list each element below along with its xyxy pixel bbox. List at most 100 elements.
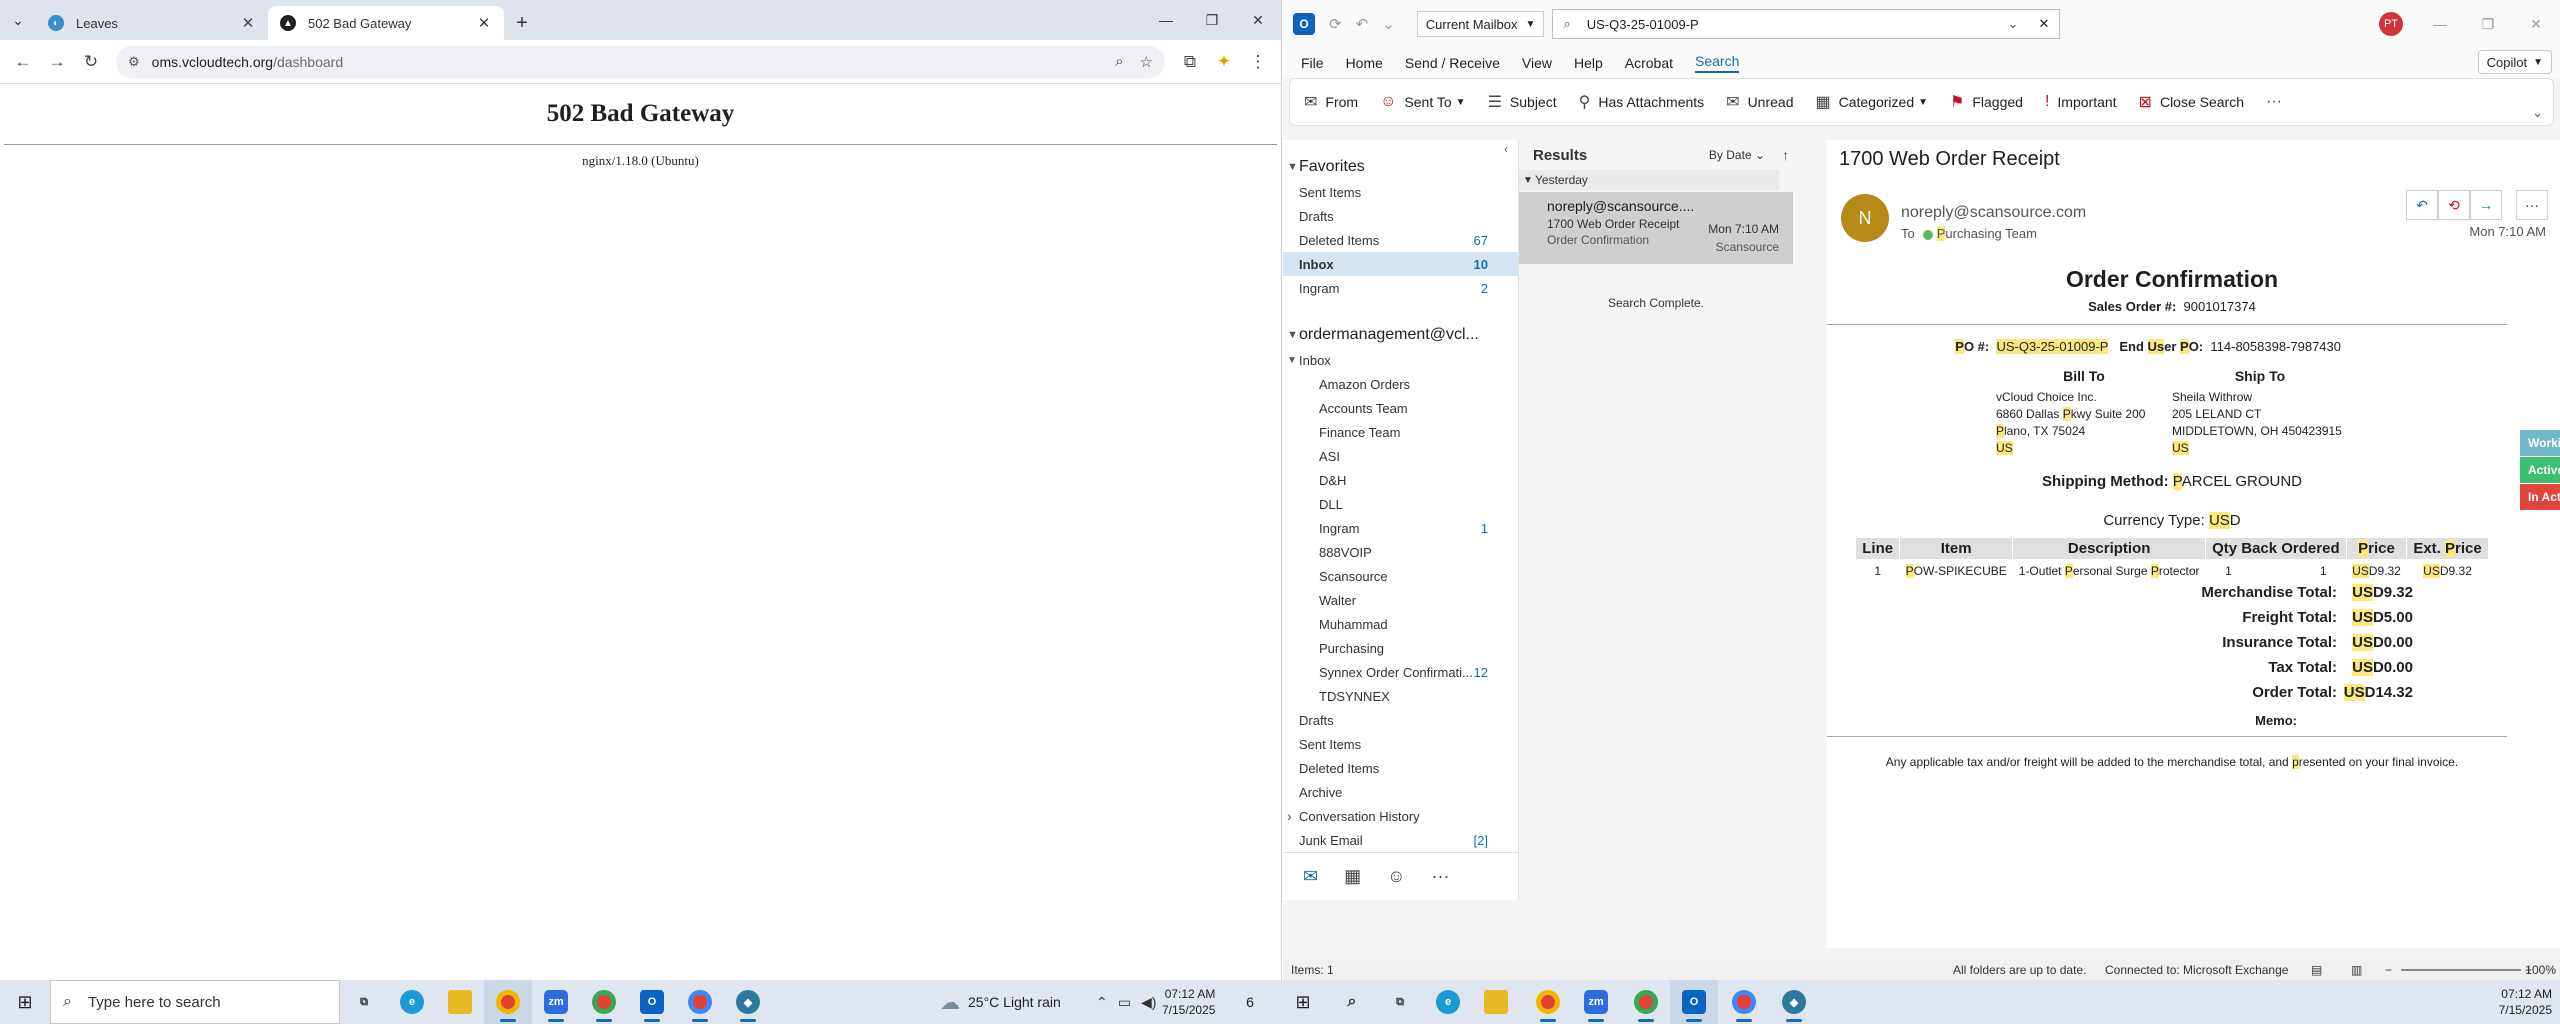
collapse-ribbon-icon[interactable]: ⌄ (2532, 105, 2543, 121)
extensions-icon[interactable]: ⧉ (1173, 45, 1207, 79)
sidebar-item-purchasing[interactable]: Purchasing (1283, 636, 1518, 660)
sidebar-item-dll[interactable]: DLL (1283, 492, 1518, 516)
outlook-button-2[interactable]: O (1670, 980, 1718, 1024)
address-bar[interactable]: ⚙ oms.vcloudtech.org/dashboard ⌕ ☆ (116, 45, 1165, 78)
close-tab-icon[interactable]: ✕ (240, 14, 256, 32)
sidebar-item-d-h[interactable]: D&H (1283, 468, 1518, 492)
sent-to-button[interactable]: ☺ Sent To ▼ (1380, 93, 1465, 111)
new-tab-button[interactable]: + (504, 6, 540, 40)
mail-icon[interactable]: ✉ (1303, 866, 1318, 887)
task-view-button[interactable]: ⧉ (340, 980, 388, 1024)
favorite-ingram[interactable]: Ingram 2 (1283, 276, 1518, 300)
minimize-icon[interactable]: — (1143, 0, 1189, 40)
sidebar-item-walter[interactable]: Walter (1283, 588, 1518, 612)
sort-direction-icon[interactable]: ↑ (1782, 147, 1789, 163)
vpn-app-button-2[interactable]: ◆ (1770, 980, 1818, 1024)
file-explorer-button-2[interactable] (1472, 980, 1520, 1024)
tab-bad-gateway[interactable]: ▲ 502 Bad Gateway ✕ (268, 6, 504, 40)
sidebar-item-tdsynnex[interactable]: TDSYNNEX (1283, 684, 1518, 708)
sort-dropdown[interactable]: By Date ⌄ (1709, 148, 1765, 162)
sidebar-item-conversation-history[interactable]: › Conversation History (1283, 804, 1518, 828)
outlook-button[interactable]: O (628, 980, 676, 1024)
sidebar-item-deleted-items[interactable]: Deleted Items (1283, 756, 1518, 780)
sidebar-item-drafts[interactable]: Drafts (1283, 708, 1518, 732)
edge-button[interactable]: e (388, 980, 436, 1024)
menu-file[interactable]: File (1301, 55, 1324, 71)
menu-view[interactable]: View (1522, 55, 1552, 71)
site-info-icon[interactable]: ⚙ (128, 54, 140, 70)
sidebar-item-accounts-team[interactable]: Accounts Team (1283, 396, 1518, 420)
more-options-button[interactable]: ··· (2266, 93, 2290, 111)
sidebar-item-amazon-orders[interactable]: Amazon Orders (1283, 372, 1518, 396)
bookmark-star-icon[interactable]: ☆ (1140, 53, 1153, 71)
menu-acrobat[interactable]: Acrobat (1625, 55, 1673, 71)
restore-icon[interactable]: ❐ (2464, 0, 2512, 48)
zoom-slider[interactable] (2401, 969, 2521, 971)
chrome-profile2-button[interactable] (580, 980, 628, 1024)
reply-all-icon[interactable]: ⟲ (2438, 190, 2470, 220)
forward-icon[interactable]: → (2470, 190, 2502, 220)
account-avatar[interactable]: PT (2379, 12, 2403, 36)
network-icon[interactable]: ▭ (1118, 994, 1131, 1011)
sidebar-item-junk-email[interactable]: Junk Email [2] (1283, 828, 1518, 852)
list-item[interactable]: noreply@scansource.... 1700 Web Order Re… (1519, 192, 1793, 264)
folder-inbox[interactable]: ▼ Inbox (1283, 348, 1518, 372)
side-status-widget[interactable]: Working StActive: 03:5In Active: 0 (2520, 430, 2560, 511)
reading-view-icon[interactable]: ▥ (2351, 963, 2362, 977)
taskbar-search[interactable]: ⌕ Type here to search (50, 980, 340, 1024)
clock-2[interactable]: 07:12 AM 7/15/2025 (2499, 980, 2552, 1024)
chrome-profile3-button-2[interactable] (1720, 980, 1768, 1024)
close-search-button[interactable]: ⊠ Close Search (2139, 92, 2244, 112)
sidebar-item-finance-team[interactable]: Finance Team (1283, 420, 1518, 444)
from-button[interactable]: ✉ From (1304, 92, 1358, 112)
close-icon[interactable]: ✕ (1235, 0, 1281, 40)
search-box[interactable]: ⌕ US-Q3-25-01009-P ⌄ ✕ (1552, 9, 2061, 39)
sidebar-item-ingram[interactable]: Ingram 1 (1283, 516, 1518, 540)
sidebar-item-scansource[interactable]: Scansource (1283, 564, 1518, 588)
sidebar-item-888voip[interactable]: 888VOIP (1283, 540, 1518, 564)
chrome-button[interactable] (484, 980, 532, 1024)
copilot-button[interactable]: Copilot ▼ (2477, 50, 2552, 74)
weather-widget[interactable]: ☁ 25°C Light rain (940, 980, 1061, 1024)
people-icon[interactable]: ☺ (1387, 866, 1405, 887)
zoom-button-2[interactable]: zm (1572, 980, 1620, 1024)
task-view-button-2[interactable]: ⧉ (1376, 980, 1424, 1024)
close-icon[interactable]: ✕ (2512, 0, 2560, 48)
more-actions-icon[interactable]: ··· (2516, 190, 2548, 220)
favorite-deleted-items[interactable]: Deleted Items 67 (1283, 228, 1518, 252)
account-header[interactable]: ▼ ordermanagement@vcl... (1283, 300, 1518, 348)
back-icon[interactable]: ← (6, 45, 40, 79)
notification-button[interactable]: 6 (1236, 980, 1264, 1024)
has-attachments-button[interactable]: ⚲ Has Attachments (1579, 92, 1705, 112)
vpn-app-button[interactable]: ◆ (724, 980, 772, 1024)
search-input[interactable]: US-Q3-25-01009-P (1587, 17, 2008, 32)
favorites-header[interactable]: ▼ Favorites (1283, 140, 1518, 180)
menu-home[interactable]: Home (1346, 55, 1383, 71)
sync-icon[interactable]: ⟳ (1329, 15, 1342, 33)
menu-send-receive[interactable]: Send / Receive (1405, 55, 1500, 71)
chrome-profile3-button[interactable] (676, 980, 724, 1024)
tab-leaves[interactable]: ◐ Leaves ✕ (36, 6, 268, 40)
zoom-out-icon[interactable]: − (2385, 963, 2392, 977)
favorite-sent-items[interactable]: Sent Items (1283, 180, 1518, 204)
menu-help[interactable]: Help (1574, 55, 1603, 71)
clock[interactable]: 07:12 AM 7/15/2025 (1162, 980, 1215, 1024)
important-button[interactable]: ! Important (2045, 93, 2117, 111)
restore-icon[interactable]: ❐ (1189, 0, 1235, 40)
edge-button-2[interactable]: e (1424, 980, 1472, 1024)
sender-avatar[interactable]: N (1841, 194, 1889, 242)
search-scope-dropdown[interactable]: Current Mailbox ▼ (1416, 11, 1545, 37)
start-button-2[interactable]: ⊞ (1278, 980, 1328, 1024)
forward-icon[interactable]: → (40, 45, 74, 79)
flagged-button[interactable]: ⚑ Flagged (1950, 92, 2023, 112)
chrome-button-2[interactable] (1524, 980, 1572, 1024)
chrome-profile2-button-2[interactable] (1622, 980, 1670, 1024)
tab-search-icon[interactable]: ⌄ (0, 0, 36, 40)
more-apps-icon[interactable]: ··· (1432, 866, 1450, 887)
file-explorer-button[interactable] (436, 980, 484, 1024)
undo-icon[interactable]: ↶ (1356, 15, 1369, 33)
unread-button[interactable]: ✉ Unread (1726, 92, 1793, 112)
sidebar-item-archive[interactable]: Archive (1283, 780, 1518, 804)
volume-icon[interactable]: ◀) (1141, 994, 1156, 1011)
sidebar-item-asi[interactable]: ASI (1283, 444, 1518, 468)
